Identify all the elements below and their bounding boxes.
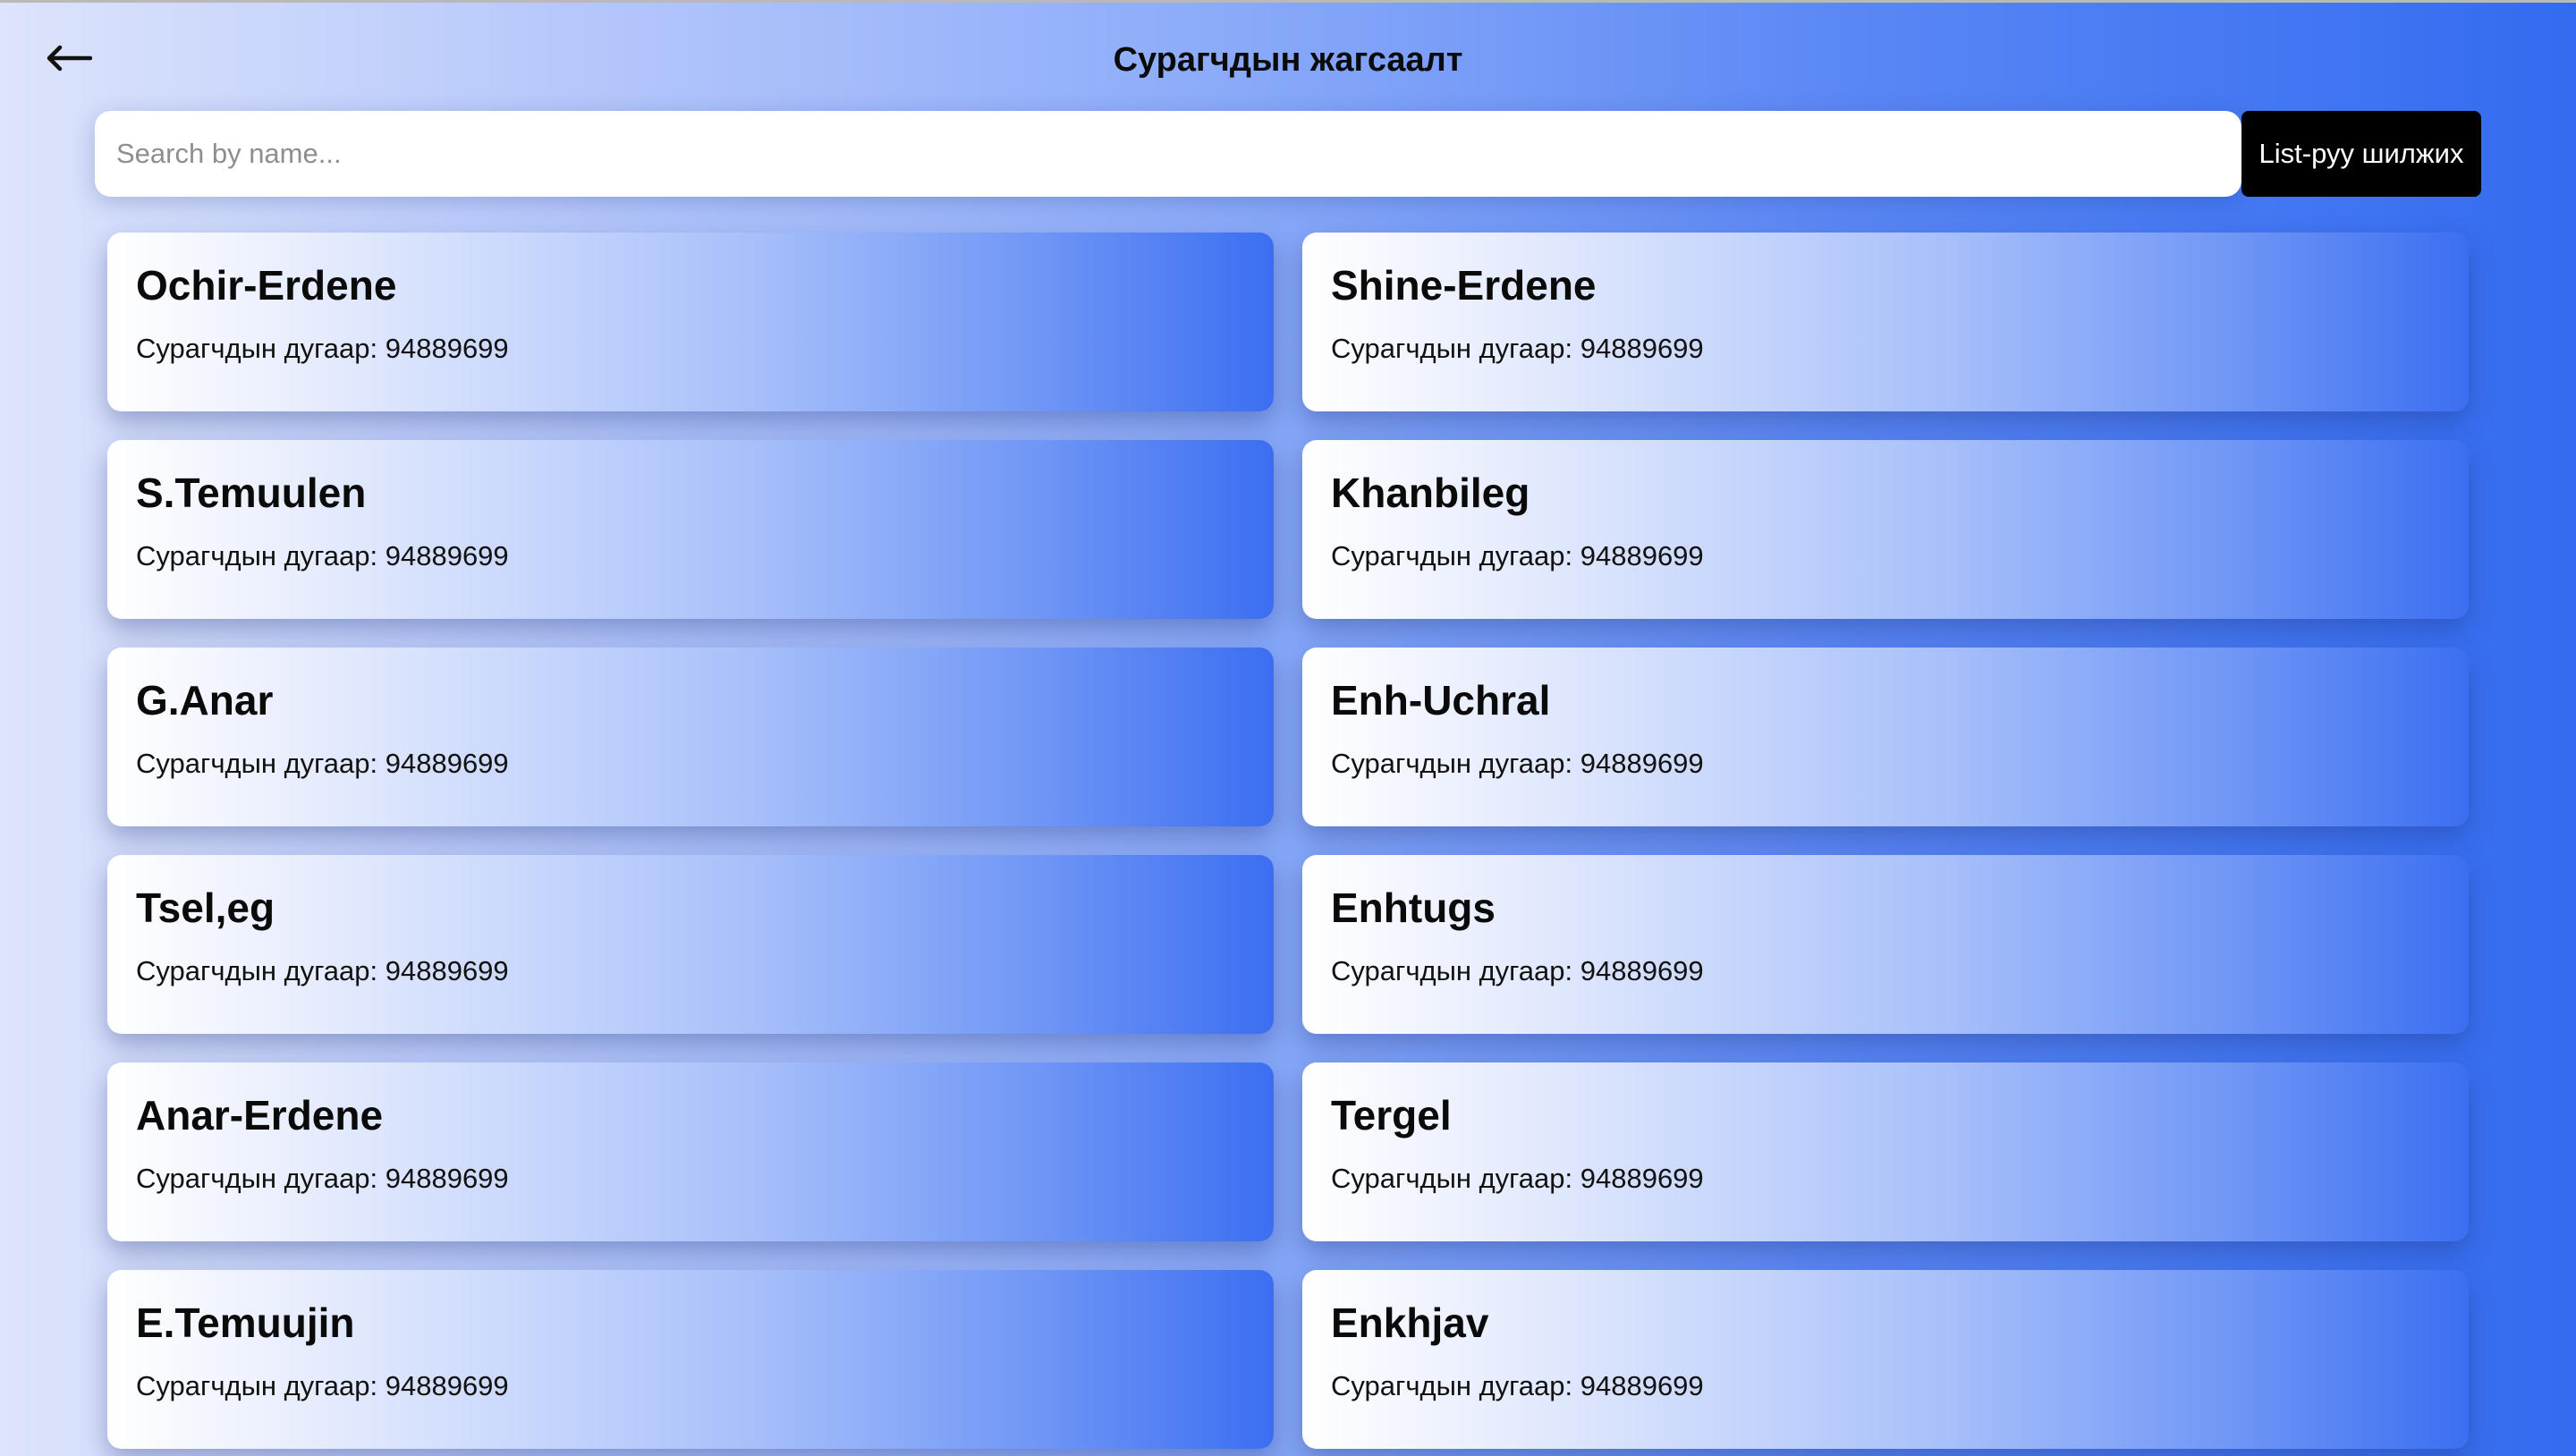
student-card[interactable]: E.Temuujin Сурагчдын дугаар: 94889699	[107, 1270, 1274, 1449]
go-to-list-button[interactable]: List-руу шилжих	[2241, 111, 2481, 197]
student-card[interactable]: Shine-Erdene Сурагчдын дугаар: 94889699	[1302, 233, 2469, 411]
student-phone: Сурагчдын дугаар: 94889699	[1331, 954, 1704, 986]
top-border	[0, 0, 2576, 3]
student-card[interactable]: Tsel,eg Сурагчдын дугаар: 94889699	[107, 855, 1274, 1034]
student-card[interactable]: Anar-Erdene Сурагчдын дугаар: 94889699	[107, 1062, 1274, 1241]
student-phone: Сурагчдын дугаар: 94889699	[1331, 1369, 1704, 1401]
student-phone: Сурагчдын дугаар: 94889699	[136, 1369, 509, 1401]
student-card[interactable]: Khanbileg Сурагчдын дугаар: 94889699	[1302, 440, 2469, 619]
student-name: E.Temuujin	[136, 1299, 355, 1346]
student-name: Tsel,eg	[136, 885, 275, 931]
student-name: Enh-Uchral	[1331, 677, 1551, 724]
student-phone: Сурагчдын дугаар: 94889699	[1331, 1162, 1704, 1194]
student-card[interactable]: Enh-Uchral Сурагчдын дугаар: 94889699	[1302, 648, 2469, 826]
student-phone: Сурагчдын дугаар: 94889699	[1331, 747, 1704, 779]
student-name: Tergel	[1331, 1092, 1452, 1139]
student-name: Shine-Erdene	[1331, 262, 1597, 309]
student-phone: Сурагчдын дугаар: 94889699	[136, 539, 509, 571]
student-name: Anar-Erdene	[136, 1092, 384, 1139]
student-phone: Сурагчдын дугаар: 94889699	[136, 954, 509, 986]
student-phone: Сурагчдын дугаар: 94889699	[136, 747, 509, 779]
student-card-grid: Ochir-Erdene Сурагчдын дугаар: 94889699 …	[107, 233, 2469, 1449]
student-phone: Сурагчдын дугаар: 94889699	[1331, 539, 1704, 571]
student-phone: Сурагчдын дугаар: 94889699	[1331, 332, 1704, 364]
student-name: Ochir-Erdene	[136, 262, 397, 309]
student-name: Enhtugs	[1331, 885, 1496, 931]
student-name: Enkhjav	[1331, 1299, 1489, 1346]
student-phone: Сурагчдын дугаар: 94889699	[136, 1162, 509, 1194]
student-card[interactable]: Tergel Сурагчдын дугаар: 94889699	[1302, 1062, 2469, 1241]
search-bar: List-руу шилжих	[95, 111, 2481, 197]
student-card[interactable]: G.Anar Сурагчдын дугаар: 94889699	[107, 648, 1274, 826]
student-card[interactable]: Enhtugs Сурагчдын дугаар: 94889699	[1302, 855, 2469, 1034]
student-name: Khanbileg	[1331, 470, 1530, 516]
student-name: S.Temuulen	[136, 470, 367, 516]
page-title: Сурагчдын жагсаалт	[1113, 41, 1463, 79]
student-card[interactable]: Enkhjav Сурагчдын дугаар: 94889699	[1302, 1270, 2469, 1449]
search-input[interactable]	[95, 111, 2241, 197]
student-card[interactable]: Ochir-Erdene Сурагчдын дугаар: 94889699	[107, 233, 1274, 411]
student-name: G.Anar	[136, 677, 274, 724]
student-phone: Сурагчдын дугаар: 94889699	[136, 332, 509, 364]
student-card[interactable]: S.Temuulen Сурагчдын дугаар: 94889699	[107, 440, 1274, 619]
